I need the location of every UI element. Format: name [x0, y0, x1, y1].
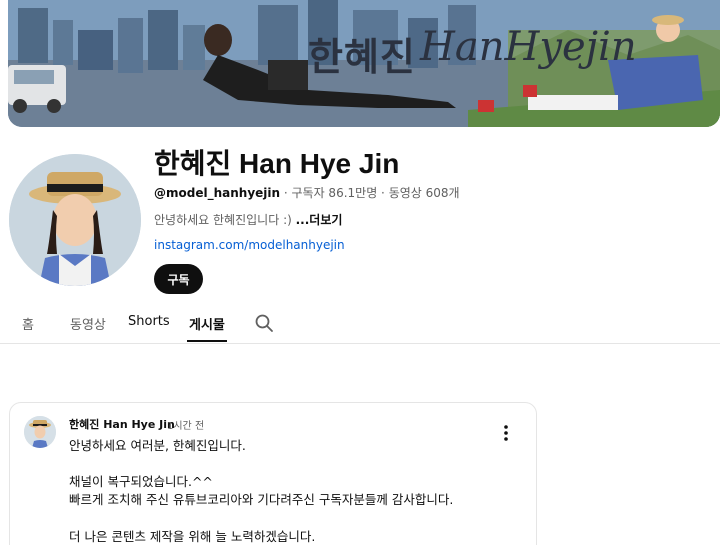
post-text-line: 더 나은 콘텐츠 제작을 위해 늘 노력하겠습니다. [69, 529, 316, 544]
meta-separator: · [377, 186, 389, 200]
channel-handle[interactable]: @model_hanhyejin [154, 186, 280, 200]
channel-banner: 한혜진 HanHyejin [8, 0, 720, 127]
channel-meta: @model_hanhyejin · 구독자 86.1만명 · 동영상 608개 [154, 184, 460, 201]
search-icon[interactable] [254, 313, 274, 333]
tab-home[interactable]: 홈 [22, 314, 34, 333]
tab-videos[interactable]: 동영상 [70, 314, 106, 333]
post-author-avatar[interactable] [24, 416, 56, 448]
post-text-line: 채널이 복구되었습니다.^^ [69, 474, 213, 489]
tab-posts[interactable]: 게시물 [189, 314, 225, 333]
community-post: 한혜진 Han Hye Jin 1시간 전 안녕하세요 여러분, 한혜진입니다.… [9, 402, 537, 545]
tab-shorts[interactable]: Shorts [128, 314, 170, 329]
channel-tabs: 홈 동영상 Shorts 게시물 [0, 300, 720, 344]
banner-title-korean: 한혜진 [308, 35, 416, 79]
post-text-line: 빠르게 조치해 주신 유튜브코리아와 기다려주신 구독자분들께 감사합니다. [69, 492, 454, 507]
more-options-icon[interactable] [498, 423, 514, 443]
post-text-line: 안녕하세요 여러분, 한혜진입니다. [69, 438, 246, 453]
post-avatar-image [24, 416, 56, 448]
more-link[interactable]: ...더보기 [296, 213, 343, 227]
banner-title-english: HanHyejin [420, 24, 637, 70]
active-tab-indicator [187, 340, 227, 342]
description-text: 안녕하세요 한혜진입니다 :) [154, 213, 296, 227]
channel-external-link[interactable]: instagram.com/modelhanhyejin [154, 238, 345, 252]
subscriber-count: 구독자 86.1만명 [291, 186, 378, 200]
meta-separator: · [280, 186, 292, 200]
channel-avatar[interactable] [9, 154, 141, 286]
channel-description[interactable]: 안녕하세요 한혜진입니다 :) ...더보기 [154, 211, 342, 228]
post-author-name[interactable]: 한혜진 Han Hye Jin [69, 416, 175, 432]
post-timestamp[interactable]: 1시간 전 [167, 417, 204, 432]
channel-name: 한혜진 Han Hye Jin [154, 148, 400, 179]
subscribe-button[interactable]: 구독 [154, 264, 203, 294]
video-count: 동영상 608개 [388, 186, 460, 200]
avatar-image [9, 154, 141, 286]
